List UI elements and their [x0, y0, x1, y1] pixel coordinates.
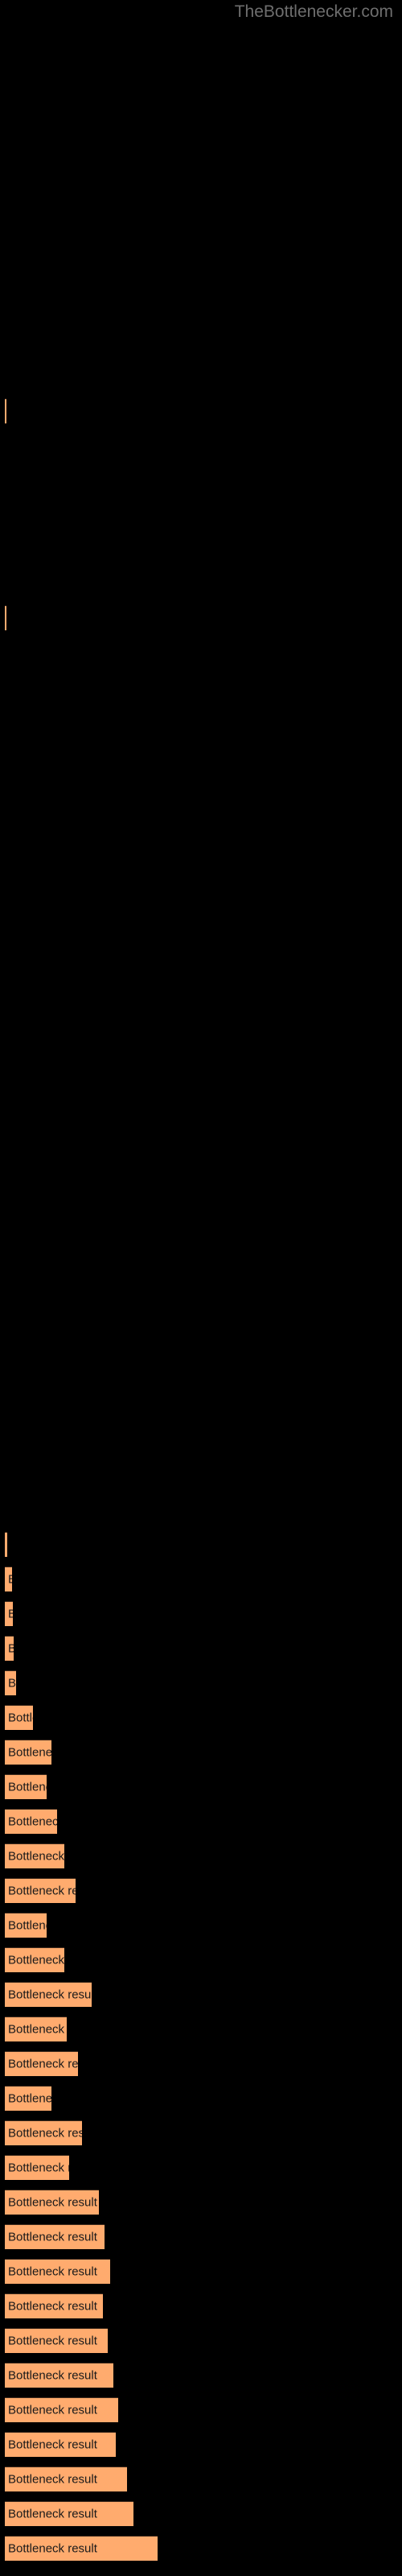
chart-bar-label: Bottleneck result	[8, 2022, 67, 2037]
chart-bar[interactable]: Bottleneck result	[5, 2536, 158, 2561]
chart-bar-label: Bottleneck result	[8, 1608, 13, 1621]
chart-bar-label: Bottleneck result	[8, 1676, 16, 1690]
chart-bar[interactable]: Bottleneck result	[5, 2432, 116, 2457]
chart-bar-label: Bottleneck result	[8, 1918, 47, 1933]
chart-bar[interactable]: Bottleneck result	[5, 1670, 16, 1695]
chart-bar-label: Bottleneck result	[8, 1884, 76, 1898]
chart-bar-label: Bottleneck result	[8, 2161, 69, 2175]
chart-bar[interactable]: Bottleneck result	[5, 1774, 47, 1799]
chart-bar[interactable]: Bottleneck result	[5, 1878, 76, 1903]
chart-bar-label: Bottleneck result	[8, 1573, 12, 1587]
chart-bar-label: Bottleneck result	[8, 2368, 97, 2383]
chart-bar-label: Bottleneck result	[8, 1814, 57, 1829]
chart-bar[interactable]: Bottleneck result	[5, 2086, 51, 2111]
chart-bar-label: Bottleneck result	[8, 2472, 97, 2487]
chart-bar[interactable]: Bottleneck result	[5, 1636, 14, 1661]
chart-bar-label: Bottleneck result	[8, 1642, 14, 1656]
chart-bar[interactable]: Bottleneck result	[5, 1843, 64, 1868]
chart-bar-label: Bottleneck result	[8, 2126, 82, 2140]
chart-bar-label: Bottleneck result	[8, 2507, 97, 2521]
chart-bar[interactable]: Bottleneck result	[5, 1532, 7, 1557]
chart-bar[interactable]: Bottleneck result	[5, 1947, 64, 1972]
chart-bar[interactable]: Bottleneck result	[5, 2259, 110, 2284]
chart-bar-label: Bottleneck result	[8, 2264, 97, 2279]
chart-bar-label: Bottleneck result	[8, 2334, 97, 2348]
chart-bar-label: Bottleneck result	[8, 2299, 97, 2314]
chart-bar[interactable]: Bottleneck result	[5, 1601, 13, 1626]
chart-bar-label: Bottleneck result	[8, 1953, 64, 1967]
chart-bar-label: Bottleneck result	[8, 1988, 92, 2002]
chart-bar[interactable]: Bottleneck result	[5, 2328, 108, 2353]
chart-bar[interactable]: Bottleneck result	[5, 2363, 113, 2388]
chart-bar-label: Bottleneck result	[8, 1711, 33, 1725]
chart-bar[interactable]: Bottleneck result	[5, 1913, 47, 1938]
chart-bar[interactable]: Bottleneck result	[5, 1809, 57, 1834]
chart-bar[interactable]: Bottleneck result	[5, 2051, 78, 2076]
chart-bar-label: Bottleneck result	[8, 2403, 97, 2417]
chart-bar[interactable]: Bottleneck result	[5, 2224, 105, 2249]
chart-bar-label: Bottleneck result	[8, 2057, 78, 2071]
chart-bar[interactable]: Bottleneck result	[5, 2120, 82, 2145]
chart-bar[interactable]: Bottleneck result	[5, 1982, 92, 2007]
chart-bar[interactable]: Bottleneck result	[5, 2397, 118, 2422]
chart-bar[interactable]: Bottleneck result	[5, 605, 6, 630]
chart-bar[interactable]: Bottleneck result	[5, 2467, 127, 2491]
chart-bar[interactable]: Bottleneck result	[5, 1567, 12, 1591]
chart-bar[interactable]: Bottleneck result	[5, 1705, 33, 1730]
chart-bar[interactable]: Bottleneck result	[5, 2293, 103, 2318]
chart-bar-label: Bottleneck result	[8, 1849, 64, 1864]
chart-bar[interactable]: Bottleneck result	[5, 2017, 67, 2041]
chart-bar-label: Bottleneck result	[8, 2230, 97, 2244]
chart-bar-label: Bottleneck result	[8, 2438, 97, 2452]
chart-bar[interactable]: Bottleneck result	[5, 398, 6, 423]
chart-bar-label: Bottleneck result	[8, 1745, 51, 1760]
chart-bar-label: Bottleneck result	[8, 1780, 47, 1794]
chart-bar[interactable]: Bottleneck result	[5, 2501, 133, 2526]
chart-bar-label: Bottleneck result	[8, 2091, 51, 2106]
bottleneck-bar-chart: Bottleneck result Bottleneck result Bottle…	[0, 0, 402, 2576]
chart-bar[interactable]: Bottleneck result	[5, 2155, 69, 2180]
chart-bar[interactable]: Bottleneck result	[5, 1740, 51, 1765]
chart-bar-label: Bottleneck result	[8, 2541, 97, 2556]
chart-bar-label: Bottleneck result	[8, 2195, 97, 2210]
chart-bar[interactable]: Bottleneck result	[5, 2190, 99, 2215]
